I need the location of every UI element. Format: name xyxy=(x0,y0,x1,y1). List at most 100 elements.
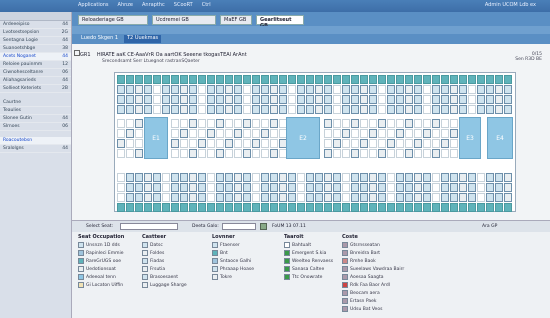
seat[interactable] xyxy=(450,139,458,148)
seat[interactable] xyxy=(126,105,134,114)
seat[interactable] xyxy=(378,105,386,114)
seat[interactable] xyxy=(315,203,323,212)
seat[interactable] xyxy=(279,95,287,104)
seat[interactable] xyxy=(405,75,413,84)
seat[interactable] xyxy=(450,95,458,104)
seat[interactable] xyxy=(378,193,386,202)
menu-item[interactable]: Ahnze xyxy=(118,2,133,8)
seat[interactable] xyxy=(270,183,278,192)
seat[interactable] xyxy=(288,75,296,84)
seat[interactable] xyxy=(486,85,494,94)
seat[interactable] xyxy=(441,95,449,104)
seat[interactable] xyxy=(495,203,503,212)
seat[interactable] xyxy=(351,105,359,114)
seat[interactable] xyxy=(216,173,224,182)
seat[interactable] xyxy=(378,203,386,212)
seat[interactable] xyxy=(297,193,305,202)
seat[interactable] xyxy=(162,75,170,84)
sidebar-item[interactable]: Slonee Gutin 44 xyxy=(0,115,71,123)
seat[interactable] xyxy=(135,173,143,182)
seat[interactable] xyxy=(396,193,404,202)
sidebar-item[interactable]: Caurtne xyxy=(0,99,71,107)
seat[interactable] xyxy=(261,129,269,138)
seat[interactable] xyxy=(126,85,134,94)
seat[interactable] xyxy=(333,75,341,84)
seat[interactable] xyxy=(414,129,422,138)
seat[interactable] xyxy=(414,105,422,114)
seat[interactable] xyxy=(324,119,332,128)
seat[interactable] xyxy=(297,95,305,104)
seat[interactable] xyxy=(468,85,476,94)
seat[interactable] xyxy=(315,75,323,84)
seat[interactable] xyxy=(153,183,161,192)
seat[interactable] xyxy=(360,95,368,104)
seat[interactable] xyxy=(468,95,476,104)
seat[interactable] xyxy=(324,149,332,158)
seat[interactable] xyxy=(450,149,458,158)
seat[interactable] xyxy=(252,193,260,202)
seat[interactable] xyxy=(468,75,476,84)
seat[interactable] xyxy=(387,119,395,128)
seat[interactable] xyxy=(252,139,260,148)
seat[interactable] xyxy=(135,193,143,202)
seat[interactable] xyxy=(234,95,242,104)
seat[interactable] xyxy=(261,183,269,192)
seat[interactable] xyxy=(378,119,386,128)
seat[interactable] xyxy=(360,85,368,94)
seat[interactable] xyxy=(117,105,125,114)
seat[interactable] xyxy=(126,183,134,192)
seat[interactable] xyxy=(369,95,377,104)
seat[interactable] xyxy=(216,75,224,84)
seat[interactable] xyxy=(171,203,179,212)
seat[interactable] xyxy=(189,193,197,202)
seat[interactable] xyxy=(189,119,197,128)
seat[interactable] xyxy=(243,85,251,94)
seat[interactable] xyxy=(387,105,395,114)
seat[interactable] xyxy=(387,75,395,84)
seat[interactable] xyxy=(351,129,359,138)
seat[interactable] xyxy=(369,149,377,158)
seat[interactable] xyxy=(234,193,242,202)
seat[interactable] xyxy=(351,183,359,192)
seat[interactable] xyxy=(360,149,368,158)
seat[interactable] xyxy=(369,173,377,182)
seat[interactable] xyxy=(360,183,368,192)
seat[interactable] xyxy=(225,119,233,128)
seat[interactable] xyxy=(225,173,233,182)
seat[interactable] xyxy=(198,183,206,192)
seat[interactable] xyxy=(270,193,278,202)
seat[interactable] xyxy=(423,129,431,138)
seat[interactable] xyxy=(342,173,350,182)
seat[interactable] xyxy=(477,193,485,202)
seat[interactable] xyxy=(198,75,206,84)
seat[interactable] xyxy=(333,139,341,148)
seat[interactable] xyxy=(126,95,134,104)
seat[interactable] xyxy=(243,203,251,212)
seat[interactable] xyxy=(261,203,269,212)
seat[interactable] xyxy=(450,129,458,138)
sidebar-item[interactable]: Sralolgns 44 xyxy=(0,145,71,153)
seat[interactable] xyxy=(234,119,242,128)
seat[interactable] xyxy=(270,149,278,158)
seat[interactable] xyxy=(252,95,260,104)
seat[interactable] xyxy=(225,95,233,104)
tab-2[interactable]: MaEF GB xyxy=(220,15,252,25)
seat[interactable] xyxy=(459,183,467,192)
seat[interactable] xyxy=(495,193,503,202)
seat[interactable] xyxy=(351,75,359,84)
seat[interactable] xyxy=(450,173,458,182)
seat[interactable] xyxy=(369,85,377,94)
seat[interactable] xyxy=(270,139,278,148)
seat[interactable] xyxy=(459,203,467,212)
seat[interactable] xyxy=(144,105,152,114)
seat[interactable] xyxy=(117,95,125,104)
seat[interactable] xyxy=(126,75,134,84)
seat[interactable] xyxy=(315,85,323,94)
seat[interactable] xyxy=(351,149,359,158)
seat[interactable] xyxy=(342,183,350,192)
seat[interactable] xyxy=(153,105,161,114)
tab-1[interactable]: Ucdremei GB xyxy=(152,15,216,25)
seat[interactable] xyxy=(270,95,278,104)
seat[interactable] xyxy=(441,203,449,212)
seat[interactable] xyxy=(171,95,179,104)
